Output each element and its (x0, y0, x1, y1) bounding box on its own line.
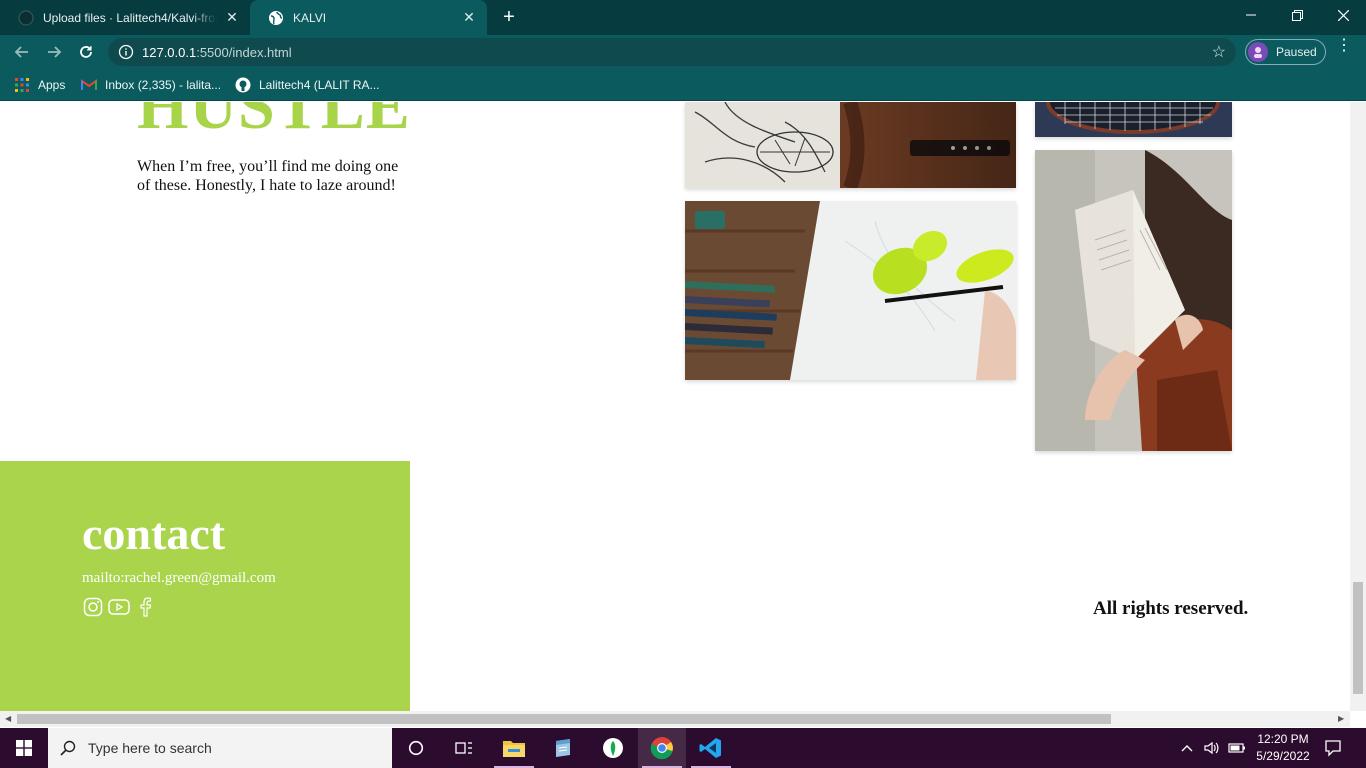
close-window-button[interactable] (1320, 0, 1366, 30)
bookmark-star-icon[interactable]: ☆ (1212, 42, 1226, 62)
horizontal-scroll-thumb[interactable] (17, 714, 1111, 724)
search-placeholder: Type here to search (88, 740, 212, 756)
reload-icon (80, 46, 92, 58)
tab-kalvi[interactable]: KALVI ✕ (250, 0, 487, 35)
page-viewport: HUSTLE When I’m free, you’ll find me doi… (0, 102, 1350, 711)
github-icon (18, 10, 34, 26)
vertical-scrollbar[interactable] (1350, 102, 1366, 711)
bookmark-label: Apps (38, 78, 66, 92)
horizontal-scrollbar[interactable]: ◀ ▶ (0, 711, 1350, 727)
avatar (1248, 42, 1268, 62)
bookmark-apps[interactable]: Apps (14, 76, 65, 94)
address-bar[interactable]: 127.0.0.1:5500/index.html ☆ (108, 38, 1236, 66)
scroll-left-arrow-icon[interactable]: ◀ (5, 714, 11, 723)
windows-taskbar: Type here to search 12:20 PM 5/29/2022 (0, 728, 1366, 768)
tennis-racket-photo (1035, 102, 1232, 137)
windows-logo-icon (16, 740, 32, 756)
minimize-button[interactable] (1228, 0, 1274, 30)
search-icon (48, 740, 88, 756)
contact-title: contact (82, 508, 226, 559)
bookmark-label: Inbox (2,335) - lalita... (105, 78, 222, 92)
restore-button[interactable] (1274, 0, 1320, 30)
back-button[interactable] (10, 40, 34, 64)
notepad-icon[interactable] (539, 728, 587, 768)
system-clock[interactable]: 12:20 PM 5/29/2022 (1252, 731, 1314, 765)
info-icon[interactable] (118, 44, 134, 60)
notifications-icon[interactable] (1324, 728, 1342, 768)
taskbar-search-box[interactable]: Type here to search (48, 728, 392, 768)
browser-tab-strip: Upload files · Lalittech4/Kalvi-fron ✕ K… (0, 0, 1366, 35)
tab-title: Upload files · Lalittech4/Kalvi-fron (43, 10, 217, 25)
show-hidden-icons[interactable] (1181, 728, 1193, 768)
close-tab-icon[interactable]: ✕ (461, 9, 477, 25)
tab-upload-files[interactable]: Upload files · Lalittech4/Kalvi-fron ✕ (0, 0, 250, 35)
social-links (82, 596, 156, 618)
bookmark-github[interactable]: Lalittech4 (LALIT RA... (235, 76, 380, 94)
bookmark-label: Lalittech4 (LALIT RA... (259, 78, 380, 92)
tab-title: KALVI (293, 10, 327, 25)
globe-icon (268, 10, 284, 26)
forward-button[interactable] (42, 40, 66, 64)
scroll-right-arrow-icon[interactable]: ▶ (1338, 714, 1344, 723)
profile-button[interactable]: Paused (1245, 39, 1326, 65)
about-text: When I’m free, you’ll find me doing one … (137, 158, 399, 194)
start-button[interactable] (0, 728, 48, 768)
clock-date: 5/29/2022 (1256, 749, 1310, 763)
browser-toolbar: 127.0.0.1:5500/index.html ☆ Paused ⋮ (0, 35, 1366, 69)
bookmark-gmail[interactable]: Inbox (2,335) - lalita... (81, 76, 221, 94)
contact-email-link[interactable]: mailto:rachel.green@gmail.com (82, 570, 276, 587)
battery-icon[interactable] (1228, 728, 1246, 768)
reload-button[interactable] (74, 40, 98, 64)
youtube-icon[interactable] (108, 596, 130, 618)
vscode-icon[interactable] (687, 728, 735, 768)
guitar-photo (685, 102, 1016, 188)
painting-photo (685, 201, 1016, 380)
bookmarks-bar: Apps Inbox (2,335) - lalita... Lalittech… (0, 69, 1366, 101)
url-text: 127.0.0.1:5500/index.html (142, 45, 292, 60)
arrow-left-icon (14, 46, 28, 58)
close-tab-icon[interactable]: ✕ (224, 9, 240, 25)
reading-photo (1035, 150, 1232, 451)
profile-status: Paused (1276, 45, 1317, 59)
url-host: 127.0.0.1 (142, 45, 197, 60)
clock-time: 12:20 PM (1257, 732, 1309, 746)
vertical-scroll-thumb[interactable] (1353, 582, 1363, 694)
hustle-heading: HUSTLE (137, 102, 411, 143)
chevron-up-icon (1181, 745, 1193, 752)
gmail-icon (81, 77, 97, 93)
arrow-right-icon (48, 46, 62, 58)
menu-kebab-icon[interactable]: ⋮ (1336, 38, 1352, 54)
apps-grid-icon (14, 77, 30, 93)
cortana-icon[interactable] (392, 728, 440, 768)
mongodb-icon[interactable] (589, 728, 637, 768)
instagram-icon[interactable] (82, 596, 104, 618)
url-path: :5500/index.html (196, 45, 292, 60)
contact-section: contact mailto:rachel.green@gmail.com (0, 461, 410, 711)
github-icon (235, 77, 251, 93)
chrome-icon[interactable] (638, 728, 686, 768)
file-explorer-icon[interactable] (490, 728, 538, 768)
footer-rights-text: All rights reserved. (1093, 598, 1249, 619)
facebook-icon[interactable] (134, 596, 156, 618)
volume-icon[interactable] (1204, 728, 1220, 768)
task-view-icon[interactable] (440, 728, 488, 768)
new-tab-button[interactable]: + (498, 6, 520, 28)
